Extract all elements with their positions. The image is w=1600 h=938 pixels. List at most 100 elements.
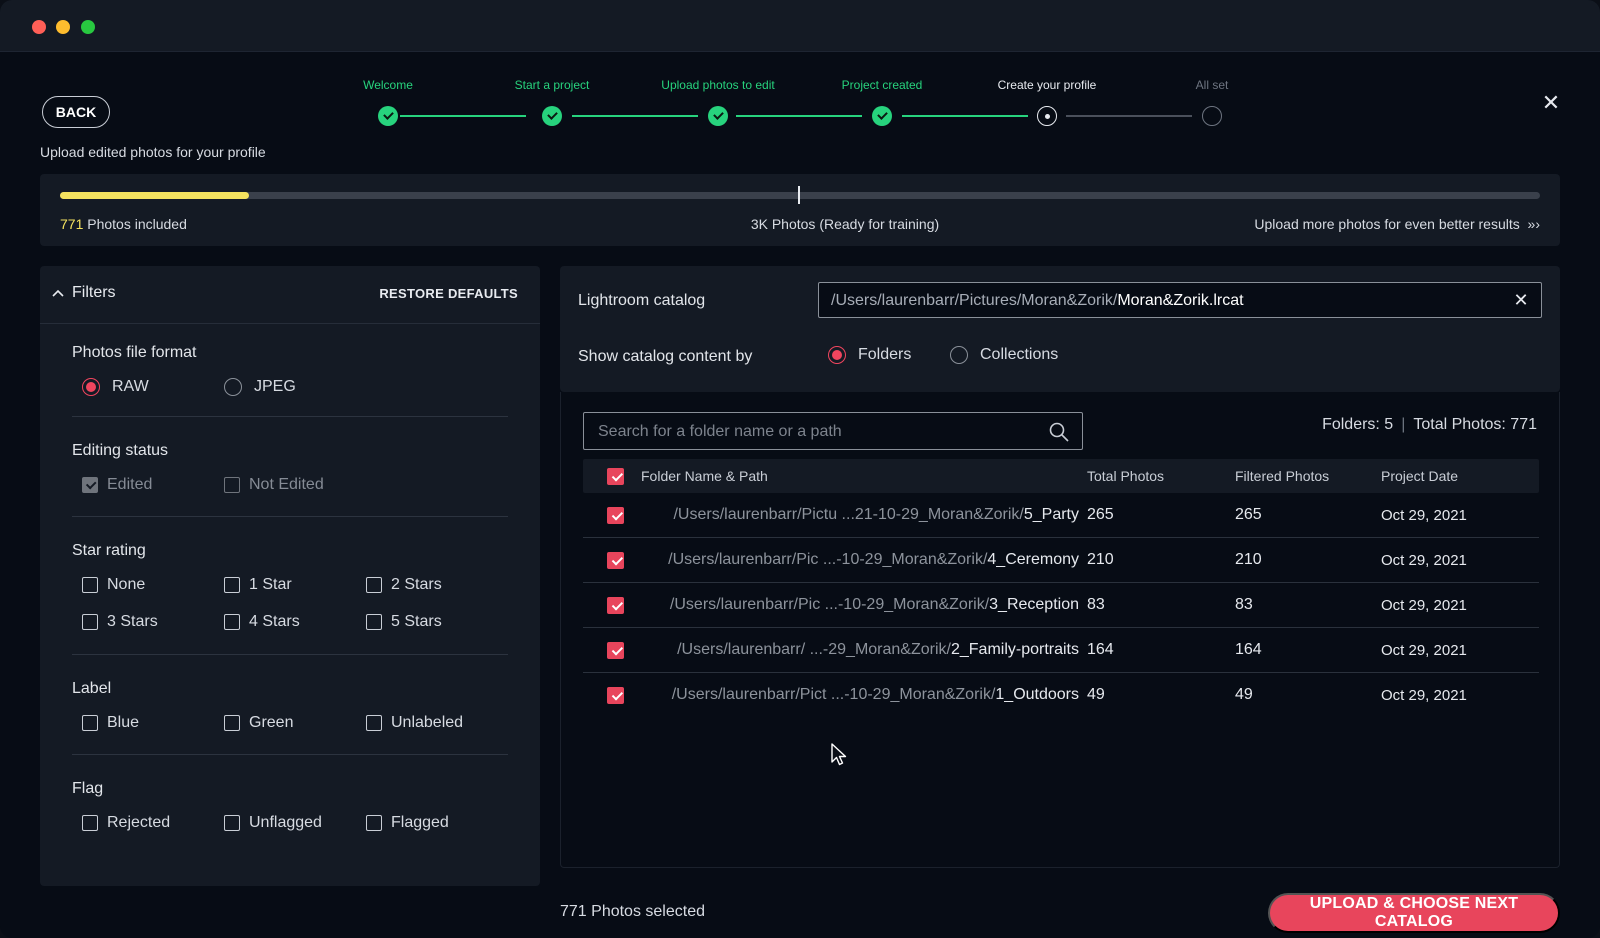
select-all-checkbox[interactable] xyxy=(607,468,624,485)
option-label: Rejected xyxy=(107,814,171,831)
radio-selected-icon xyxy=(82,378,100,396)
catalog-panel: Lightroom catalog /Users/laurenbarr/Pict… xyxy=(560,266,1560,392)
radio-icon xyxy=(950,346,968,364)
label-blue-checkbox[interactable]: Blue xyxy=(82,714,139,732)
table-row[interactable]: /Users/laurenbarr/Pictu ...21-10-29_Mora… xyxy=(583,493,1539,538)
chevron-up-icon[interactable] xyxy=(52,288,64,300)
table-row[interactable]: /Users/laurenbarr/Pic ...-10-29_Moran&Zo… xyxy=(583,583,1539,628)
filtered-photos: 210 xyxy=(1235,551,1262,568)
folder-path-dir: /Users/laurenbarr/Pictu ...21-10-29_Mora… xyxy=(673,506,1024,523)
star-3-checkbox[interactable]: 3 Stars xyxy=(82,613,158,631)
column-header-folder[interactable]: Folder Name & Path xyxy=(641,468,768,484)
photos-included-label: Photos included xyxy=(83,216,187,232)
training-threshold-marker xyxy=(798,186,800,204)
option-label: RAW xyxy=(112,378,149,395)
folders-count: Folders: 5 xyxy=(1322,416,1394,433)
checkbox-icon xyxy=(366,614,382,630)
catalog-path: /Users/laurenbarr/Pictures/Moran&Zorik/M… xyxy=(831,292,1244,310)
restore-defaults-button[interactable]: RESTORE DEFAULTS xyxy=(379,286,518,301)
step-label: Create your profile xyxy=(997,78,1097,92)
check-icon xyxy=(542,106,562,126)
total-photos: 49 xyxy=(1087,686,1105,703)
flag-unflagged-checkbox[interactable]: Unflagged xyxy=(224,814,322,832)
catalog-label: Lightroom catalog xyxy=(578,292,706,309)
folder-path: /Users/laurenbarr/Pict ...-10-29_Moran&Z… xyxy=(641,686,1079,704)
folder-name: 3_Reception xyxy=(989,596,1079,613)
step-project-created: Project created xyxy=(802,78,962,126)
checkbox-icon xyxy=(224,577,240,593)
pending-step-icon xyxy=(1202,106,1222,126)
catalog-file-name: Moran&Zorik.lrcat xyxy=(1117,292,1244,309)
format-raw-radio[interactable]: RAW xyxy=(82,378,149,396)
flag-rejected-checkbox[interactable]: Rejected xyxy=(82,814,170,832)
radio-icon xyxy=(224,378,242,396)
clear-catalog-icon[interactable]: ✕ xyxy=(1509,288,1533,312)
step-start-project: Start a project xyxy=(472,78,632,126)
row-checkbox[interactable] xyxy=(607,597,624,614)
star-4-checkbox[interactable]: 4 Stars xyxy=(224,613,300,631)
column-header-total[interactable]: Total Photos xyxy=(1087,468,1164,484)
progress-fill xyxy=(60,192,250,199)
checkbox-icon xyxy=(224,614,240,630)
folder-search-input[interactable]: Search for a folder name or a path xyxy=(583,412,1083,450)
row-checkbox[interactable] xyxy=(607,507,624,524)
star-1-checkbox[interactable]: 1 Star xyxy=(224,576,292,594)
collections-radio[interactable]: Collections xyxy=(950,346,1058,364)
project-date: Oct 29, 2021 xyxy=(1381,642,1467,659)
label-green-checkbox[interactable]: Green xyxy=(224,714,293,732)
minimize-window-button[interactable] xyxy=(56,20,70,34)
edited-checkbox: Edited xyxy=(82,476,152,494)
option-label: Green xyxy=(249,714,294,731)
label-unlabeled-checkbox[interactable]: Unlabeled xyxy=(366,714,463,732)
folder-path-dir: /Users/laurenbarr/Pic ...-10-29_Moran&Zo… xyxy=(668,551,988,568)
column-header-date[interactable]: Project Date xyxy=(1381,468,1458,484)
upload-next-catalog-button[interactable]: UPLOAD & CHOOSE NEXT CATALOG xyxy=(1268,893,1560,933)
progress-track xyxy=(60,186,1540,204)
filtered-photos: 265 xyxy=(1235,506,1262,523)
star-2-checkbox[interactable]: 2 Stars xyxy=(366,576,442,594)
filtered-photos: 49 xyxy=(1235,686,1253,703)
divider xyxy=(72,516,508,517)
table-row[interactable]: /Users/laurenbarr/Pic ...-10-29_Moran&Zo… xyxy=(583,538,1539,583)
option-label: 4 Stars xyxy=(249,613,300,630)
project-date: Oct 29, 2021 xyxy=(1381,687,1467,704)
catalog-path-field[interactable]: /Users/laurenbarr/Pictures/Moran&Zorik/M… xyxy=(818,282,1542,318)
folder-name: 2_Family-portraits xyxy=(950,641,1079,658)
star-rating-title: Star rating xyxy=(72,542,146,559)
format-jpeg-radio[interactable]: JPEG xyxy=(224,378,296,396)
upload-more-link[interactable]: Upload more photos for even better resul… xyxy=(1254,216,1540,232)
current-step-icon xyxy=(1037,106,1057,126)
folder-name: 1_Outdoors xyxy=(995,686,1079,703)
close-icon[interactable]: ✕ xyxy=(1538,90,1564,116)
flag-title: Flag xyxy=(72,780,104,797)
folders-radio[interactable]: Folders xyxy=(828,346,911,364)
show-content-label: Show catalog content by xyxy=(578,348,753,365)
close-window-button[interactable] xyxy=(32,20,46,34)
filters-header[interactable]: Filters RESTORE DEFAULTS xyxy=(40,266,540,324)
row-checkbox[interactable] xyxy=(607,687,624,704)
row-checkbox[interactable] xyxy=(607,552,624,569)
total-photos: 265 xyxy=(1087,506,1114,523)
search-icon[interactable] xyxy=(1048,421,1070,443)
maximize-window-button[interactable] xyxy=(81,20,95,34)
mouse-pointer-icon xyxy=(831,743,847,766)
checkbox-icon xyxy=(224,477,240,493)
page-subtitle: Upload edited photos for your profile xyxy=(40,144,266,160)
project-date: Oct 29, 2021 xyxy=(1381,552,1467,569)
star-5-checkbox[interactable]: 5 Stars xyxy=(366,613,442,631)
catalog-path-dir: /Users/laurenbarr/Pictures/Moran&Zorik/ xyxy=(831,292,1118,309)
folder-path-dir: /Users/laurenbarr/ ...-29_Moran&Zorik/ xyxy=(677,641,951,658)
flag-flagged-checkbox[interactable]: Flagged xyxy=(366,814,449,832)
check-icon xyxy=(708,106,728,126)
step-upload-photos: Upload photos to edit xyxy=(638,78,798,126)
column-header-filtered[interactable]: Filtered Photos xyxy=(1235,468,1329,484)
row-checkbox[interactable] xyxy=(607,642,624,659)
upload-more-text: Upload more photos for even better resul… xyxy=(1254,216,1520,232)
filtered-photos: 164 xyxy=(1235,641,1262,658)
option-label: 2 Stars xyxy=(391,576,442,593)
table-row[interactable]: /Users/laurenbarr/ ...-29_Moran&Zorik/2_… xyxy=(583,628,1539,673)
star-none-checkbox[interactable]: None xyxy=(82,576,145,594)
checkbox-icon xyxy=(224,815,240,831)
table-row[interactable]: /Users/laurenbarr/Pict ...-10-29_Moran&Z… xyxy=(583,673,1539,718)
checkbox-checked-icon xyxy=(82,477,98,493)
